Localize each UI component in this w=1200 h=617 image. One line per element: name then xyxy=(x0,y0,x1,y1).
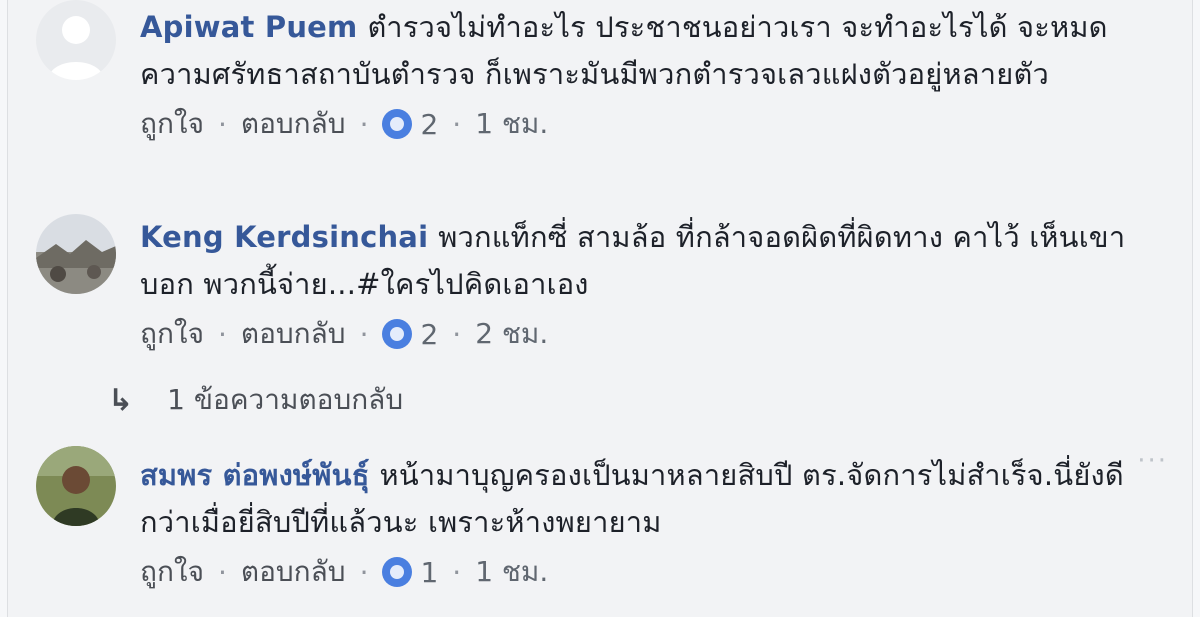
reply-arrow-icon: ↳ xyxy=(108,382,134,418)
comment-actions: ถูกใจ · ตอบกลับ · 2 · 2 ชม. xyxy=(140,314,1140,354)
reaction-count[interactable]: 1 xyxy=(420,556,438,589)
default-avatar-icon xyxy=(36,0,116,80)
comment-text-block: Keng Kerdsinchai พวกแท็กซี่ สามล้อ ที่กล้… xyxy=(140,214,1140,308)
separator: · xyxy=(359,555,369,589)
reply-button[interactable]: ตอบกลับ xyxy=(241,550,346,594)
avatar-somporn[interactable] xyxy=(36,446,116,526)
more-options-icon[interactable]: ··· xyxy=(1137,446,1168,476)
reaction-count[interactable]: 2 xyxy=(420,108,438,141)
separator: · xyxy=(452,555,462,589)
comment-actions: ถูกใจ · ตอบกลับ · 2 · 1 ชม. xyxy=(140,104,1140,144)
reply-button[interactable]: ตอบกลับ xyxy=(241,312,346,356)
separator: · xyxy=(359,107,369,141)
comment-actions: ถูกใจ · ตอบกลับ · 1 · 1 ชม. xyxy=(140,552,1140,592)
comment-author[interactable]: สมพร ต่อพงษ์พันธุ์ xyxy=(140,458,370,492)
like-reaction-icon[interactable] xyxy=(382,557,413,587)
comment-author[interactable]: Keng Kerdsinchai xyxy=(140,220,428,254)
like-button[interactable]: ถูกใจ xyxy=(140,312,204,356)
like-button[interactable]: ถูกใจ xyxy=(140,102,204,146)
reaction-count[interactable]: 2 xyxy=(420,318,438,351)
comment-text-block: สมพร ต่อพงษ์พันธุ์ หน้ามาบุญครองเป็นมาหลา… xyxy=(140,452,1140,546)
comment-timestamp[interactable]: 1 ชม. xyxy=(475,102,548,146)
comment-text-block: Apiwat Puem ตำรวจไม่ทำอะไร ประชาชนอย่าวเร… xyxy=(140,4,1140,98)
separator: · xyxy=(359,317,369,351)
avatar-keng[interactable] xyxy=(36,214,116,294)
comments-panel: Apiwat Puem ตำรวจไม่ทำอะไร ประชาชนอย่าวเร… xyxy=(7,0,1193,617)
separator: · xyxy=(452,317,462,351)
comment-body: Apiwat Puem ตำรวจไม่ทำอะไร ประชาชนอย่าวเร… xyxy=(140,4,1140,144)
view-replies-link[interactable]: ↳ 1 ข้อความตอบกลับ xyxy=(108,378,403,422)
like-reaction-icon[interactable] xyxy=(382,319,413,349)
separator: · xyxy=(452,107,462,141)
comment-body: Keng Kerdsinchai พวกแท็กซี่ สามล้อ ที่กล้… xyxy=(140,214,1140,354)
replies-count-label[interactable]: 1 ข้อความตอบกลับ xyxy=(167,378,403,422)
avatar-default[interactable] xyxy=(36,0,116,80)
separator: · xyxy=(217,317,227,351)
separator: · xyxy=(217,107,227,141)
profile-photo-icon xyxy=(36,214,116,294)
comment-author[interactable]: Apiwat Puem xyxy=(140,10,357,44)
comment-timestamp[interactable]: 1 ชม. xyxy=(475,550,548,594)
like-reaction-icon[interactable] xyxy=(382,109,413,139)
comment-timestamp[interactable]: 2 ชม. xyxy=(475,312,548,356)
profile-photo-icon xyxy=(36,446,116,526)
comment-body: สมพร ต่อพงษ์พันธุ์ หน้ามาบุญครองเป็นมาหลา… xyxy=(140,452,1140,592)
reply-button[interactable]: ตอบกลับ xyxy=(241,102,346,146)
like-button[interactable]: ถูกใจ xyxy=(140,550,204,594)
separator: · xyxy=(217,555,227,589)
